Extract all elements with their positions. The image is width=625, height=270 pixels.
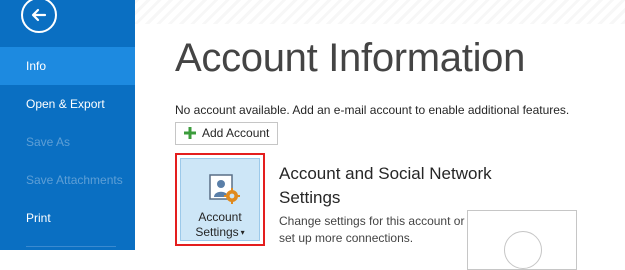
avatar-placeholder <box>504 231 542 269</box>
header-pattern <box>135 0 625 24</box>
plus-icon <box>184 127 196 139</box>
account-settings-icon <box>209 174 240 204</box>
account-notice: No account available. Add an e-mail acco… <box>175 103 570 117</box>
backstage-nav: Info Open & Export Save As Save Attachme… <box>0 0 135 250</box>
account-settings-tile: Account Settings ▾ <box>180 158 260 241</box>
chevron-down-icon: ▾ <box>240 228 245 238</box>
nav-item-open-export[interactable]: Open & Export <box>0 85 135 123</box>
nav-item-save-attachments[interactable]: Save Attachments <box>0 161 135 199</box>
main-content: Account Information No account available… <box>135 0 625 270</box>
add-account-button[interactable]: Add Account <box>175 122 279 145</box>
account-settings-label-line1: Account <box>198 210 242 224</box>
account-settings-button[interactable]: Account Settings ▾ <box>175 153 265 246</box>
add-account-label: Add Account <box>202 126 270 140</box>
nav-item-save-as[interactable]: Save As <box>0 123 135 161</box>
section-description: Change settings for this account or set … <box>279 214 465 245</box>
back-button[interactable] <box>21 0 57 33</box>
section-title: Account and Social Network Settings <box>279 164 492 207</box>
arrow-left-icon <box>31 8 47 22</box>
account-settings-label-line2: Settings ▾ <box>195 225 245 239</box>
nav-item-info[interactable]: Info <box>0 47 135 85</box>
nav-item-print[interactable]: Print <box>0 199 135 237</box>
page-title: Account Information <box>175 36 526 80</box>
profile-photo-box[interactable] <box>467 210 577 270</box>
nav-divider <box>26 246 116 247</box>
